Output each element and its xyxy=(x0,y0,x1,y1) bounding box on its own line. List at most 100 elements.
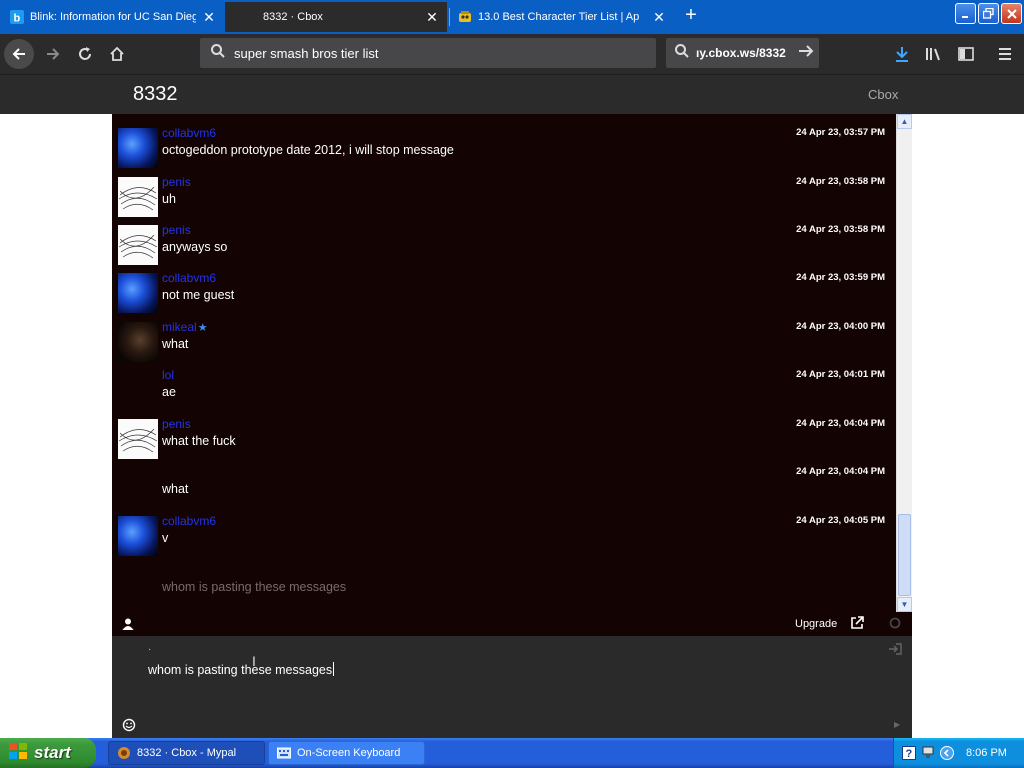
chat-message: penis uh 24 Apr 23, 03:58 PM xyxy=(112,175,895,221)
system-tray: ? 8:06 PM xyxy=(893,738,1024,768)
chat-message: collabvm6 v 24 Apr 23, 04:05 PM xyxy=(112,514,895,560)
svg-text:?: ? xyxy=(906,748,913,760)
nav-toolbar: super smash bros tier list ıy.cbox.ws/83… xyxy=(0,34,1024,74)
tab-close-icon[interactable]: ✕ xyxy=(652,10,666,24)
search-icon xyxy=(674,43,690,64)
message-text: anyways so xyxy=(162,240,228,254)
message-username[interactable]: lol xyxy=(162,368,174,382)
user-icon[interactable] xyxy=(122,617,134,635)
message-time: 24 Apr 23, 04:04 PM xyxy=(796,466,885,477)
scroll-up-icon[interactable]: ▲ xyxy=(897,114,912,129)
url-bar[interactable]: super smash bros tier list xyxy=(200,38,656,68)
message-username[interactable]: collabvm6 xyxy=(162,126,216,140)
scroll-thumb[interactable] xyxy=(898,514,911,596)
message-username[interactable]: penis xyxy=(162,175,191,189)
message-input[interactable]: whom is pasting these messages xyxy=(148,662,335,677)
message-text: ae xyxy=(162,385,176,399)
taskbar-item-label: On-Screen Keyboard xyxy=(297,747,401,759)
tab-close-icon[interactable]: ✕ xyxy=(425,10,439,24)
chat-message: penis what the fuck 24 Apr 23, 04:04 PM xyxy=(112,417,895,463)
external-link-icon[interactable] xyxy=(850,616,864,635)
taskbar-item-label: 8332 · Cbox - Mypal xyxy=(137,747,237,759)
new-tab-icon[interactable]: + xyxy=(680,5,702,27)
start-button[interactable]: start xyxy=(0,738,96,768)
message-time: 24 Apr 23, 04:00 PM xyxy=(796,321,885,332)
search-icon xyxy=(210,43,226,64)
menu-icon[interactable] xyxy=(990,39,1020,69)
tab-title: Blink: Information for UC San Dieg xyxy=(30,11,196,23)
taskbar-item-keyboard[interactable]: On-Screen Keyboard xyxy=(268,741,425,765)
avatar xyxy=(118,225,158,265)
emoji-icon[interactable] xyxy=(122,718,136,737)
tray-chevron-icon[interactable] xyxy=(940,746,954,760)
message-list[interactable]: collabvm6 octogeddon prototype date 2012… xyxy=(112,114,895,612)
chat-scrollbar[interactable]: ▲ ▼ xyxy=(896,114,912,612)
avatar xyxy=(118,177,158,217)
avatar xyxy=(118,273,158,313)
chat-message: collabvm6 not me guest 24 Apr 23, 03:59 … xyxy=(112,271,895,317)
message-time: 24 Apr 23, 04:01 PM xyxy=(796,369,885,380)
message-username[interactable]: collabvm6 xyxy=(162,271,216,285)
blink-favicon-icon: b xyxy=(10,10,24,24)
tab-close-icon[interactable]: ✕ xyxy=(202,10,216,24)
restore-icon[interactable] xyxy=(978,3,999,24)
chat-message: mikeal★ what 24 Apr 23, 04:00 PM xyxy=(112,320,895,366)
forward-icon[interactable] xyxy=(38,39,68,69)
taskbar: start 8332 · Cbox - Mypal On-Screen Keyb… xyxy=(0,738,1024,768)
windows-logo-icon xyxy=(8,742,28,765)
page-title: 8332 xyxy=(133,83,178,105)
mypal-icon xyxy=(117,746,131,760)
message-text: uh xyxy=(162,192,176,206)
upgrade-link[interactable]: Upgrade xyxy=(795,618,837,630)
home-icon[interactable] xyxy=(102,39,132,69)
message-time: 24 Apr 23, 03:57 PM xyxy=(796,127,885,138)
network-icon[interactable] xyxy=(922,746,934,760)
chat-message: collabvm6 octogeddon prototype date 2012… xyxy=(112,126,895,172)
chat-message: penis anyways so 24 Apr 23, 03:58 PM xyxy=(112,223,895,269)
message-username[interactable]: collabvm6 xyxy=(162,514,216,528)
sign-in-icon[interactable] xyxy=(888,642,902,660)
message-username[interactable]: mikeal★ xyxy=(162,320,208,334)
text-cursor-icon: I xyxy=(252,653,256,669)
chat-toolbar: Upgrade xyxy=(112,612,912,636)
message-time: 24 Apr 23, 03:58 PM xyxy=(796,224,885,235)
text-caret xyxy=(333,662,335,676)
star-icon: ★ xyxy=(197,322,208,334)
reload-icon[interactable] xyxy=(70,39,100,69)
go-arrow-icon[interactable] xyxy=(798,43,814,64)
help-icon[interactable]: ? xyxy=(902,746,916,760)
tab-strip: b Blink: Information for UC San Dieg ✕ 8… xyxy=(0,0,1024,34)
download-icon[interactable] xyxy=(887,39,917,69)
name-field[interactable]: · xyxy=(148,644,151,655)
message-time: 24 Apr 23, 03:58 PM xyxy=(796,176,885,187)
taskbar-item-mypal[interactable]: 8332 · Cbox - Mypal xyxy=(108,741,265,765)
scroll-down-icon[interactable]: ▼ xyxy=(897,597,912,612)
chat-widget: collabvm6 octogeddon prototype date 2012… xyxy=(112,114,912,738)
message-time: 24 Apr 23, 04:05 PM xyxy=(796,515,885,526)
tab-tier-list[interactable]: 13.0 Best Character Tier List | Ap ✕ xyxy=(450,2,674,32)
minimize-icon[interactable] xyxy=(955,3,976,24)
avatar xyxy=(118,128,158,168)
back-icon[interactable] xyxy=(4,39,34,69)
chat-input-area: · whom is pasting these messages I ▶ xyxy=(112,636,912,738)
tab-cbox[interactable]: 8332 · Cbox ✕ xyxy=(225,2,447,32)
brand-link[interactable]: Cbox xyxy=(868,87,898,102)
message-username[interactable]: penis xyxy=(162,417,191,431)
tab-blink[interactable]: b Blink: Information for UC San Dieg ✕ xyxy=(2,2,224,32)
message-input-text: whom is pasting these messages xyxy=(148,663,333,677)
page-header: 8332 Cbox xyxy=(0,74,1024,114)
tab-separator xyxy=(449,8,450,26)
message-text: not me guest xyxy=(162,288,235,302)
avatar xyxy=(118,419,158,459)
library-icon[interactable] xyxy=(919,39,949,69)
window-close-icon[interactable] xyxy=(1001,3,1022,24)
message-time: 24 Apr 23, 04:04 PM xyxy=(796,418,885,429)
send-arrow-icon[interactable]: ▶ xyxy=(894,720,900,729)
message-username[interactable]: penis xyxy=(162,223,191,237)
tab-title: 8332 · Cbox xyxy=(263,11,323,23)
search-bar[interactable]: ıy.cbox.ws/8332 xyxy=(666,38,819,68)
svg-text:b: b xyxy=(14,13,21,25)
sidebar-icon[interactable] xyxy=(951,39,981,69)
refresh-icon[interactable] xyxy=(888,616,902,635)
message-text: what xyxy=(162,482,189,496)
